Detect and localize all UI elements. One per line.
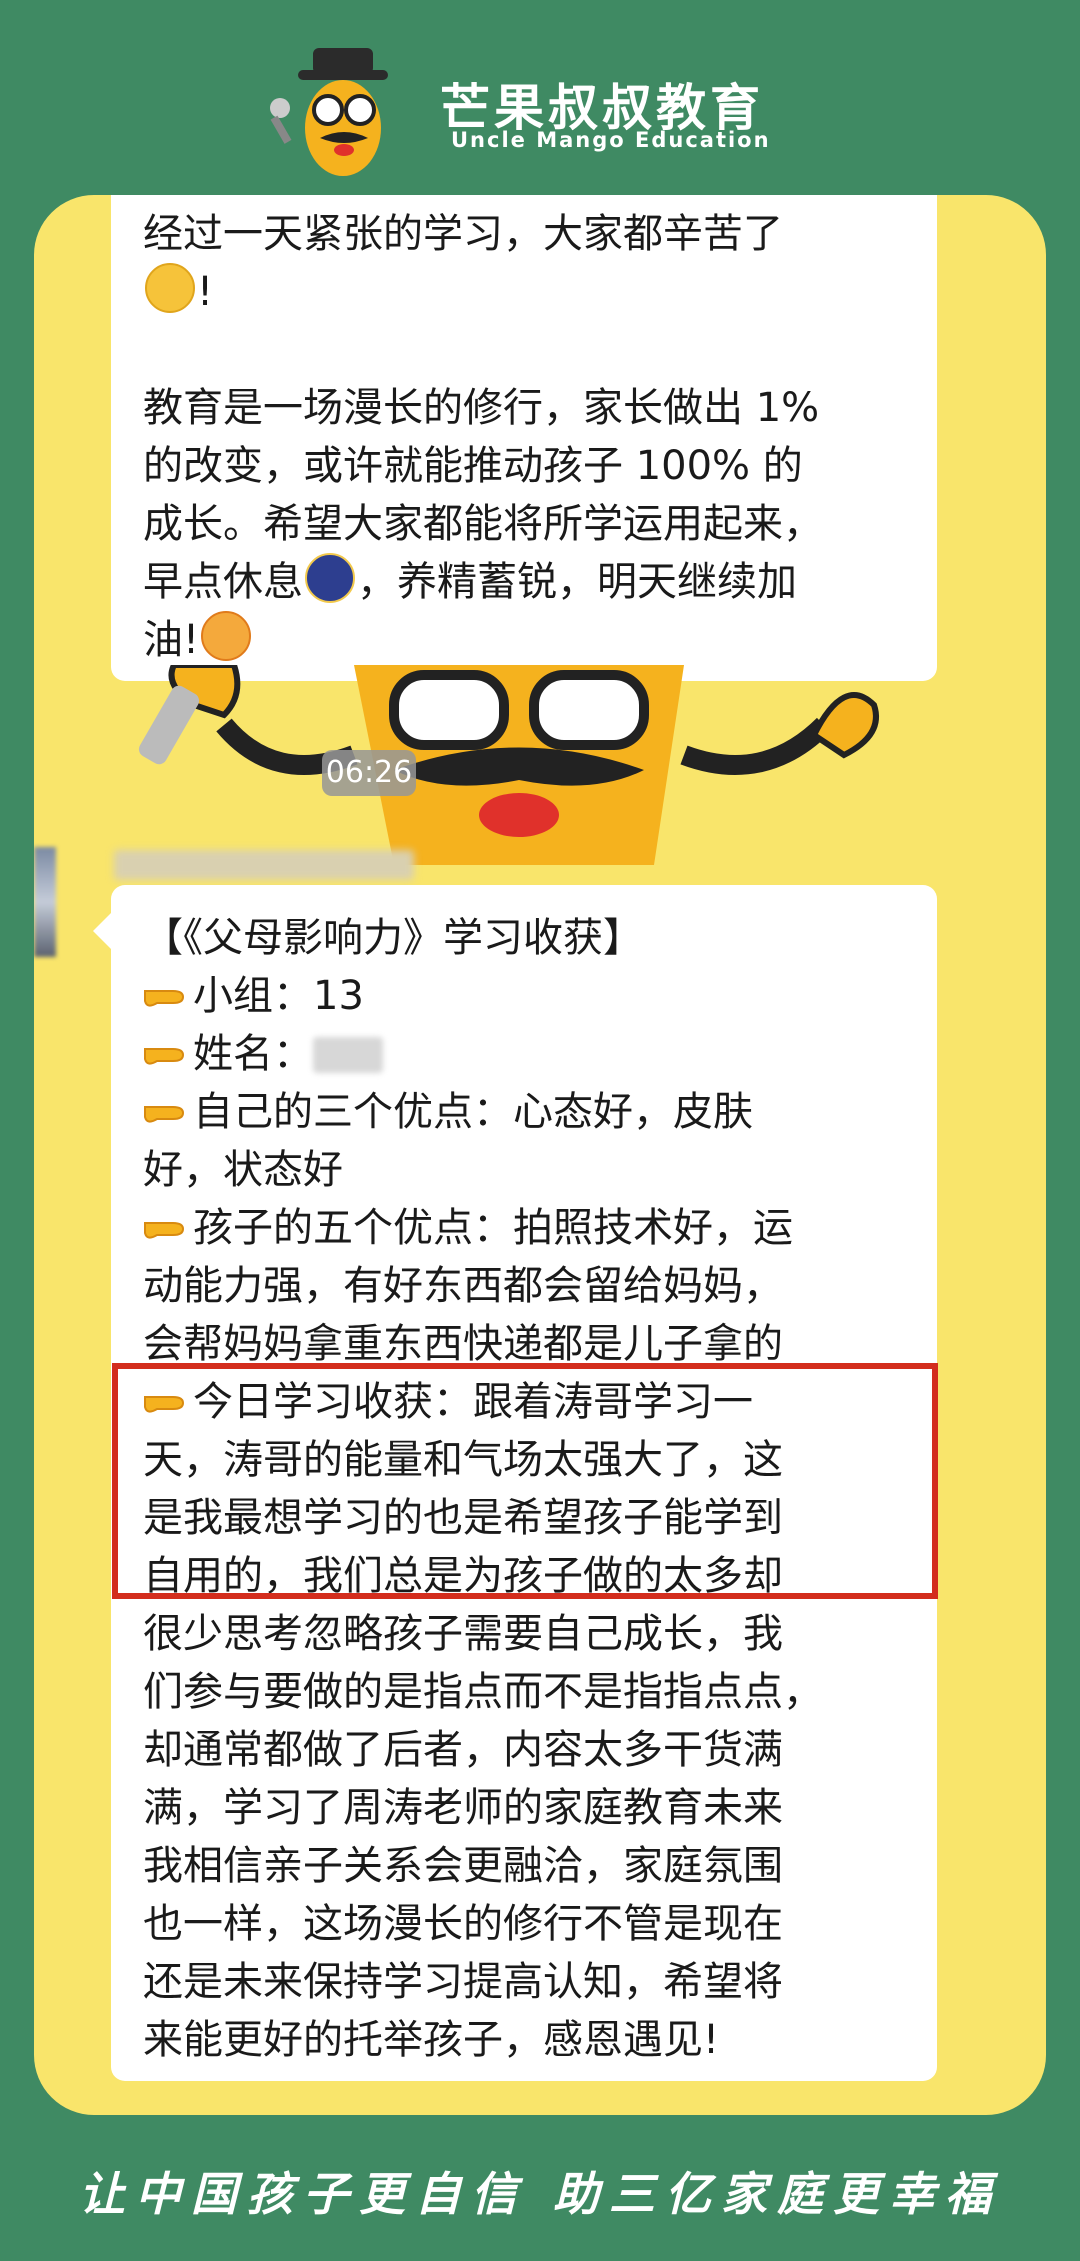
sender-name-blurred	[114, 850, 414, 880]
message-line: 还是未来保持学习提高认知，希望将	[143, 1959, 783, 2005]
pointing-hand-icon	[144, 1106, 185, 1123]
message-line: 早点休息	[143, 559, 303, 605]
message-line: 满，学习了周涛老师的家庭教育未来	[143, 1785, 783, 1831]
message-line: 自己的三个优点：心态好，皮肤	[193, 1089, 753, 1135]
message-line: 经过一天紧张的学习，大家都辛苦了	[143, 211, 783, 257]
name-blurred	[313, 1037, 383, 1073]
message-timestamp: 06:26	[322, 750, 416, 796]
message-line: 小组：13	[193, 973, 364, 1019]
message-line: 的改变，或许就能推动孩子 100% 的	[143, 443, 803, 489]
determined-face-emoji	[201, 611, 252, 661]
pointing-hand-icon	[144, 1222, 185, 1239]
message-line: 却通常都做了后者，内容太多干货满	[143, 1727, 783, 1773]
message-line: 【《父母影响力》学习收获】	[143, 915, 643, 961]
message-line: 们参与要做的是指点而不是指指点点，	[143, 1669, 823, 1715]
message-line: 成长。希望大家都能将所学运用起来，	[143, 501, 823, 547]
message-line: 我相信亲子关系会更融洽，家庭氛围	[143, 1843, 783, 1889]
message-line: 教育是一场漫长的修行，家长做出 1%	[143, 385, 820, 431]
pointing-hand-icon	[144, 990, 185, 1007]
message-line: 姓名：	[193, 1031, 313, 1077]
mango-mascot-logo-icon	[270, 48, 388, 176]
chat-screenshot-card: 经过一天紧张的学习，大家都辛苦了 ! 教育是一场漫长的修行，家长做出 1% 的改…	[34, 195, 1046, 2115]
header: 芒果叔叔教育 Uncle Mango Education	[0, 0, 1080, 190]
brand-name-en: Uncle Mango Education	[451, 128, 771, 152]
message-line: 好，状态好	[143, 1147, 343, 1193]
highlight-box	[112, 1363, 938, 1599]
smiling-person-emoji	[145, 263, 195, 313]
message-line: ，养精蓄锐，明天继续加	[357, 559, 797, 605]
message-line: !	[197, 269, 214, 315]
message-line: 动能力强，有好东西都会留给妈妈，	[143, 1263, 783, 1309]
message-bubble: 经过一天紧张的学习，大家都辛苦了 ! 教育是一场漫长的修行，家长做出 1% 的改…	[111, 195, 937, 681]
pointing-hand-icon	[144, 1048, 185, 1065]
avatar	[34, 847, 56, 957]
message-line: 也一样，这场漫长的修行不管是现在	[143, 1901, 783, 1947]
footer-slogan: 让中国孩子更自信 助三亿家庭更幸福	[78, 2167, 1001, 2221]
mango-mascot-illustration	[138, 665, 879, 865]
message-line: 油!	[143, 617, 200, 663]
moon-emoji	[305, 553, 355, 603]
message-line: 很少思考忽略孩子需要自己成长，我	[143, 1611, 783, 1657]
message-line: 来能更好的托举孩子，感恩遇见!	[143, 2017, 720, 2063]
message-line: 孩子的五个优点：拍照技术好，运	[193, 1205, 793, 1251]
